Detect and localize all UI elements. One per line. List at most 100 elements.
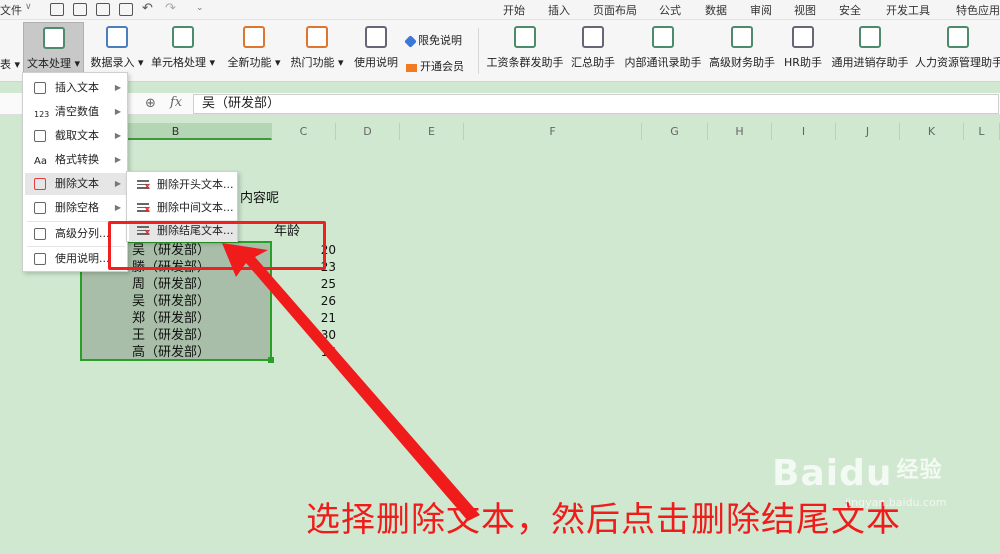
crown-icon — [406, 64, 417, 72]
tab-special[interactable]: 特色应用 — [956, 2, 1000, 18]
cell-process-icon — [172, 26, 194, 48]
menu-item-label: 使用说明... — [55, 252, 110, 265]
fx-button[interactable]: fx — [170, 95, 182, 110]
help-doc-icon — [365, 26, 387, 48]
tag-icon — [404, 35, 417, 48]
column-header-i[interactable]: I — [772, 123, 836, 140]
column-header-f[interactable]: F — [464, 123, 642, 140]
assistant-hr-button[interactable]: HR助手 — [781, 22, 825, 78]
chevron-right-icon: ▶ — [114, 203, 121, 212]
chevron-right-icon: ▶ — [114, 155, 121, 164]
menu-item-format-convert[interactable]: Aа 格式转换 ▶ — [25, 149, 127, 171]
file-menu[interactable]: 文件 — [0, 2, 22, 18]
name-cell[interactable]: 周（研发部） — [132, 277, 210, 293]
contacts-icon — [652, 26, 674, 48]
print-icon[interactable] — [96, 3, 110, 16]
age-cell[interactable]: 16 — [314, 345, 336, 359]
data-entry-icon — [106, 26, 128, 48]
tab-developer[interactable]: 开发工具 — [886, 2, 930, 18]
tab-home[interactable]: 开始 — [503, 2, 525, 18]
column-header-l[interactable]: L — [964, 123, 1000, 140]
tab-insert[interactable]: 插入 — [548, 2, 570, 18]
tab-review[interactable]: 审阅 — [750, 2, 772, 18]
undo-icon[interactable]: ↶ — [142, 1, 153, 16]
menu-item-label: 删除文本 — [55, 177, 99, 190]
name-cell[interactable]: 郑（研发部） — [132, 311, 210, 327]
submenu-item-delete-middle[interactable]: × 删除中间文本... — [129, 197, 237, 219]
assistant-finance-button[interactable]: 高级财务助手 — [708, 22, 776, 78]
menu-item-label: 插入文本 — [55, 81, 99, 94]
tab-page-layout[interactable]: 页面布局 — [593, 2, 637, 18]
delete-middle-icon: × — [137, 203, 151, 215]
cell-process-button[interactable]: 单元格处理 ▾ — [150, 22, 216, 78]
inventory-icon — [859, 26, 881, 48]
format-convert-icon: Aа — [34, 156, 47, 167]
column-header-d[interactable]: D — [336, 123, 400, 140]
name-cell[interactable]: 王（研发部） — [132, 328, 210, 344]
watermark-url: jingyan.baidu.com — [845, 496, 947, 509]
baidu-watermark: Baidu 经验 — [772, 453, 943, 494]
free-notice-button[interactable]: 限免说明 — [404, 32, 462, 48]
assistant-payroll-button[interactable]: 工资条群发助手 — [485, 22, 565, 78]
redo-icon[interactable]: ↷ — [165, 1, 176, 16]
column-header-c[interactable]: C — [272, 123, 336, 140]
column-header-g[interactable]: G — [642, 123, 708, 140]
menu-item-label: 删除空格 — [55, 201, 99, 214]
text-process-button[interactable]: 文本处理 ▾ — [23, 22, 84, 78]
quick-access-caret-icon[interactable]: ⌄ — [196, 3, 204, 13]
submenu-item-label: 删除中间文本... — [157, 201, 234, 214]
payroll-icon — [514, 26, 536, 48]
age-cell[interactable]: 25 — [314, 277, 336, 291]
menu-item-delete-text[interactable]: 删除文本 ▶ — [25, 173, 127, 195]
summary-icon — [582, 26, 604, 48]
help-icon — [34, 253, 46, 265]
advanced-split-icon — [34, 228, 46, 240]
menu-item-clear-number[interactable]: 123 清空数值 ▶ — [25, 101, 127, 123]
ribbon: 表 ▾ 文本处理 ▾ 数据录入 ▾ 单元格处理 ▾ 全新功能 ▾ 热门功能 ▾ … — [0, 20, 1000, 82]
tab-formulas[interactable]: 公式 — [659, 2, 681, 18]
text-process-icon — [42, 27, 65, 49]
new-feature-button[interactable]: 全新功能 ▾ — [225, 22, 283, 78]
column-header-e[interactable]: E — [400, 123, 464, 140]
assistant-hrm-button[interactable]: 人力资源管理助手 — [915, 22, 1000, 78]
cell-partial-text[interactable]: 内容呢 — [240, 191, 279, 207]
format-painter-icon[interactable] — [73, 3, 87, 16]
column-header-k[interactable]: K — [900, 123, 964, 140]
formula-bar: ⊕ fx 吴（研发部） — [0, 93, 1000, 115]
print-preview-icon[interactable] — [119, 3, 133, 16]
formula-input[interactable]: 吴（研发部） — [193, 94, 999, 114]
tab-data[interactable]: 数据 — [705, 2, 727, 18]
hot-feature-button[interactable]: 热门功能 ▾ — [288, 22, 346, 78]
age-cell[interactable]: 21 — [314, 311, 336, 325]
age-cell[interactable]: 26 — [314, 294, 336, 308]
column-header-j[interactable]: J — [836, 123, 900, 140]
submenu-item-delete-start[interactable]: × 删除开头文本... — [129, 174, 237, 196]
submenu-item-label: 删除开头文本... — [157, 178, 234, 191]
menu-item-label: 清空数值 — [55, 105, 99, 118]
data-entry-button[interactable]: 数据录入 ▾ — [87, 22, 147, 78]
name-cell[interactable]: 吴（研发部） — [132, 294, 210, 310]
age-cell[interactable]: 30 — [314, 328, 336, 342]
tab-security[interactable]: 安全 — [839, 2, 861, 18]
tab-view[interactable]: 视图 — [794, 2, 816, 18]
menu-item-delete-space[interactable]: 删除空格 ▶ — [25, 197, 127, 219]
menu-item-insert-text[interactable]: 插入文本 ▶ — [25, 77, 127, 99]
assistant-inventory-button[interactable]: 通用进销存助手 — [830, 22, 910, 78]
menu-item-extract-text[interactable]: 截取文本 ▶ — [25, 125, 127, 147]
column-header-h[interactable]: H — [708, 123, 772, 140]
annotation-caption: 选择删除文本，然后点击删除结尾文本 — [306, 500, 901, 540]
open-vip-button[interactable]: 开通会员 — [406, 58, 464, 74]
help-doc-button[interactable]: 使用说明 — [353, 22, 399, 78]
zoom-icon[interactable]: ⊕ — [145, 96, 156, 111]
hot-feature-icon — [306, 26, 328, 48]
chevron-right-icon: ▶ — [114, 107, 121, 116]
ribbon-cut-label[interactable]: 表 ▾ — [0, 56, 20, 72]
fill-handle[interactable] — [268, 357, 274, 363]
save-icon[interactable] — [50, 3, 64, 16]
name-cell[interactable]: 高（研发部） — [132, 345, 210, 361]
chevron-down-icon[interactable]: ∨ — [25, 2, 32, 12]
delete-start-icon: × — [137, 180, 151, 192]
assistant-summary-button[interactable]: 汇总助手 — [570, 22, 616, 78]
menu-item-label: 格式转换 — [55, 153, 99, 166]
assistant-contacts-button[interactable]: 内部通讯录助手 — [623, 22, 703, 78]
